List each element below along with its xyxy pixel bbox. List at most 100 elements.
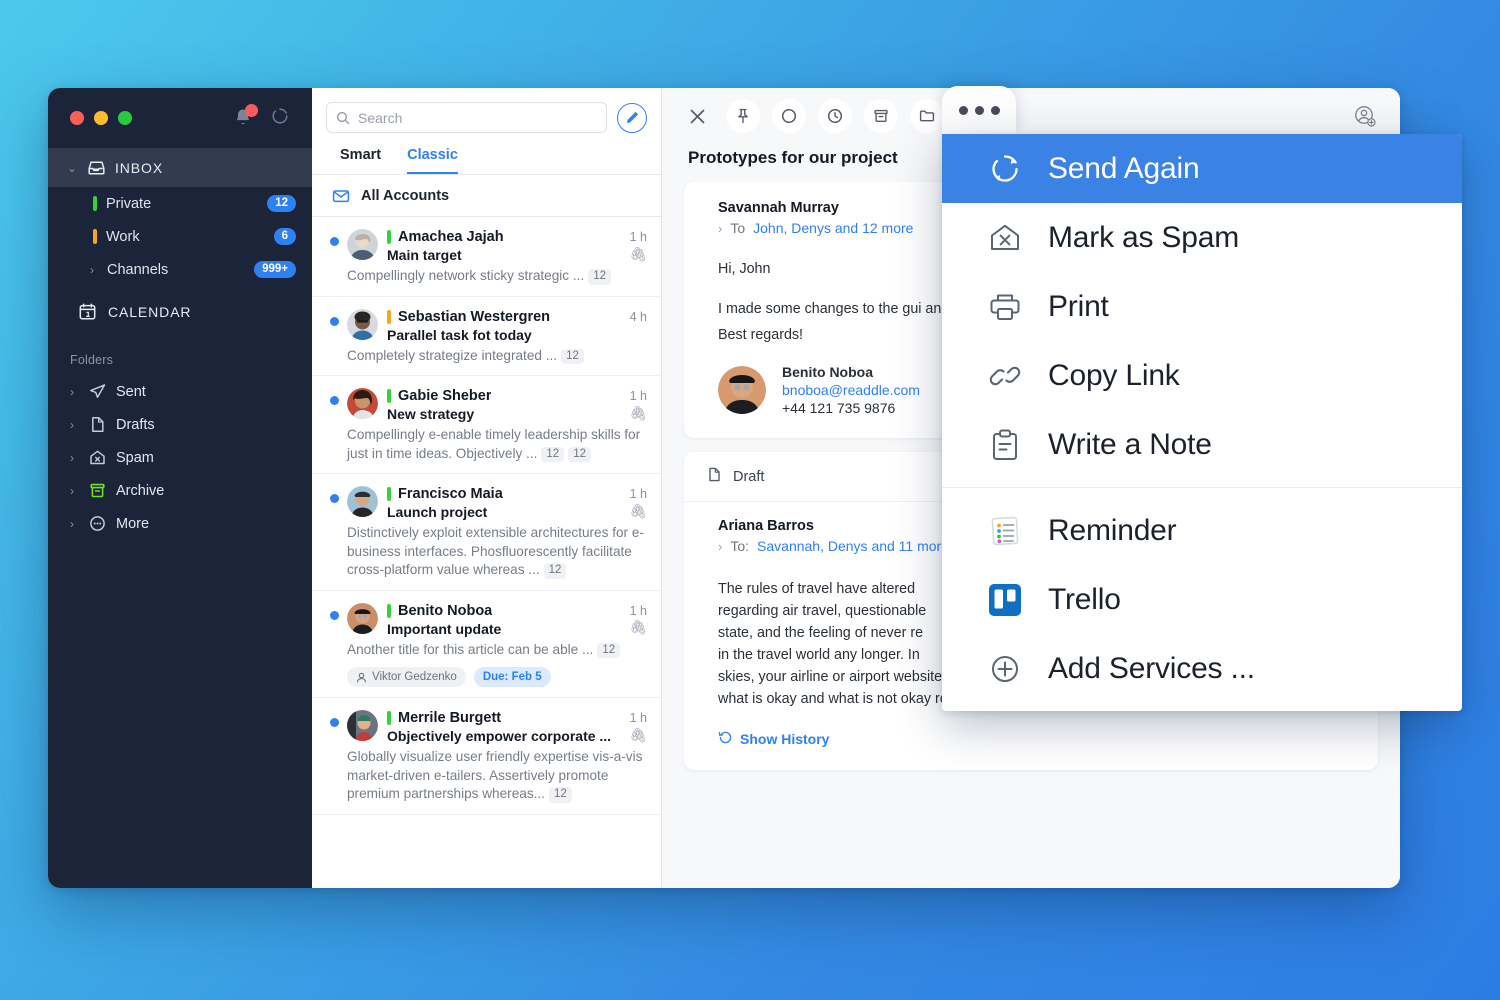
tab-smart[interactable]: Smart <box>340 147 381 174</box>
message-preview: Another title for this article can be ab… <box>347 641 647 660</box>
list-item[interactable]: Francisco Maia 1 h Launch project 🖇 Dist… <box>312 474 661 591</box>
sidebar-item-sent[interactable]: › Sent <box>48 375 312 408</box>
avatar <box>718 366 766 414</box>
history-icon <box>718 730 733 748</box>
show-history-label: Show History <box>740 731 829 747</box>
message-subject: Main target <box>387 247 462 263</box>
attachment-icon: 🖇 <box>623 727 647 744</box>
add-person-icon[interactable] <box>1348 99 1382 133</box>
sender-name: Francisco Maia <box>398 486 503 502</box>
sidebar-work-label: Work <box>106 229 140 245</box>
show-history-link[interactable]: Show History <box>718 730 1344 748</box>
archive-icon[interactable] <box>864 99 898 133</box>
bell-icon[interactable] <box>233 107 253 129</box>
menu-item-write-a-note[interactable]: Write a Note <box>942 410 1462 479</box>
attachment-icon: 🖇 <box>623 619 647 636</box>
notification-badge <box>245 104 258 117</box>
menu-item-reminder[interactable]: Reminder <box>942 496 1462 565</box>
message-time: 1 h <box>624 230 647 244</box>
compose-button[interactable] <box>617 103 647 133</box>
folders-section-title: Folders <box>48 331 312 375</box>
send-icon <box>87 382 107 402</box>
draft-to-prefix: To: <box>730 538 749 554</box>
more-options-button[interactable] <box>942 86 1016 134</box>
list-item[interactable]: Benito Noboa 1 h Important update 🖇 Anot… <box>312 591 661 699</box>
to-prefix: To <box>730 220 745 236</box>
chevron-right-icon: › <box>66 385 78 399</box>
menu-item-send-again[interactable]: Send Again <box>942 134 1462 203</box>
message-subject: Parallel task fot today <box>387 327 532 343</box>
titlebar <box>48 88 312 148</box>
draft-label: Draft <box>733 469 764 485</box>
spam-icon <box>984 217 1026 259</box>
sidebar-item-private[interactable]: Private 12 <box>48 187 312 220</box>
menu-item-trello[interactable]: Trello <box>942 565 1462 634</box>
chevron-right-icon: › <box>718 221 722 236</box>
chevron-right-icon: › <box>66 484 78 498</box>
sidebar-item-work[interactable]: Work 6 <box>48 220 312 253</box>
list-item[interactable]: Merrile Burgett 1 h Objectively empower … <box>312 698 661 815</box>
thread-count: 12 <box>561 349 584 365</box>
assignee-label: Viktor Gedzenko <box>372 671 457 683</box>
sidebar-item-drafts[interactable]: › Drafts <box>48 408 312 441</box>
menu-item-copy-link[interactable]: Copy Link <box>942 341 1462 410</box>
unread-indicator <box>330 718 339 727</box>
inbox-icon <box>87 159 106 177</box>
spam-icon <box>87 448 107 468</box>
sidebar-item-calendar[interactable]: CALENDAR <box>48 292 312 331</box>
avatar <box>347 309 378 340</box>
sidebar-sent-label: Sent <box>116 384 146 400</box>
sidebar-item-inbox[interactable]: ⌄ INBOX <box>48 148 312 187</box>
chevron-right-icon: › <box>86 263 98 277</box>
menu-item-add-services[interactable]: Add Services ... <box>942 634 1462 703</box>
color-bar-orange <box>93 229 97 244</box>
list-item[interactable]: Amachea Jajah 1 h Main target 🖇 Compelli… <box>312 217 661 297</box>
sync-icon[interactable] <box>270 106 290 131</box>
close-icon[interactable] <box>680 99 714 133</box>
message-preview: Globally visualize user friendly experti… <box>347 748 647 804</box>
list-item[interactable]: Sebastian Westergren 4 h Parallel task f… <box>312 297 661 377</box>
all-accounts-label: All Accounts <box>361 188 449 204</box>
avatar <box>347 486 378 517</box>
due-date-tag[interactable]: Due: Feb 5 <box>474 667 551 687</box>
thread-count: 12 <box>588 269 611 285</box>
preview-text: Another title for this article can be ab… <box>347 642 593 657</box>
list-item[interactable]: Gabie Sheber 1 h New strategy 🖇 Compelli… <box>312 376 661 474</box>
preview-text: Globally visualize user friendly experti… <box>347 749 642 801</box>
unread-circle-icon[interactable] <box>772 99 806 133</box>
thread-count: 12 <box>541 447 564 463</box>
message-time: 1 h <box>624 389 647 403</box>
message-subject: Important update <box>387 621 501 637</box>
signature-email[interactable]: bnoboa@readdle.com <box>782 382 920 398</box>
sidebar-archive-label: Archive <box>116 483 164 499</box>
folder-icon[interactable] <box>910 99 944 133</box>
sidebar-item-spam[interactable]: › Spam <box>48 441 312 474</box>
dot-icon <box>959 106 968 115</box>
close-window-button[interactable] <box>70 111 84 125</box>
menu-label: Copy Link <box>1048 359 1180 393</box>
tab-classic[interactable]: Classic <box>407 147 458 174</box>
sidebar-spam-label: Spam <box>116 450 154 466</box>
dot-icon <box>991 106 1000 115</box>
preview-text: Completely strategize integrated ... <box>347 348 557 363</box>
zoom-window-button[interactable] <box>118 111 132 125</box>
assignee-tag[interactable]: Viktor Gedzenko <box>347 667 466 687</box>
category-color-bar <box>387 487 391 501</box>
snooze-clock-icon[interactable] <box>818 99 852 133</box>
send-again-icon <box>984 148 1026 190</box>
pin-icon[interactable] <box>726 99 760 133</box>
all-accounts-row[interactable]: All Accounts <box>312 175 661 217</box>
sender-name: Sebastian Westergren <box>398 309 550 325</box>
sidebar-item-archive[interactable]: › Archive <box>48 474 312 507</box>
to-recipients: John, Denys and 12 more <box>753 220 913 236</box>
menu-item-mark-as-spam[interactable]: Mark as Spam <box>942 203 1462 272</box>
menu-item-print[interactable]: Print <box>942 272 1462 341</box>
search-input[interactable]: Search <box>326 102 607 133</box>
sidebar-item-more[interactable]: › More <box>48 507 312 540</box>
minimize-window-button[interactable] <box>94 111 108 125</box>
sidebar-item-channels[interactable]: › Channels 999+ <box>48 253 312 286</box>
plus-circle-icon <box>984 648 1026 690</box>
archive-icon <box>87 481 107 501</box>
category-color-bar <box>387 711 391 725</box>
sidebar-calendar-label: CALENDAR <box>108 304 191 320</box>
